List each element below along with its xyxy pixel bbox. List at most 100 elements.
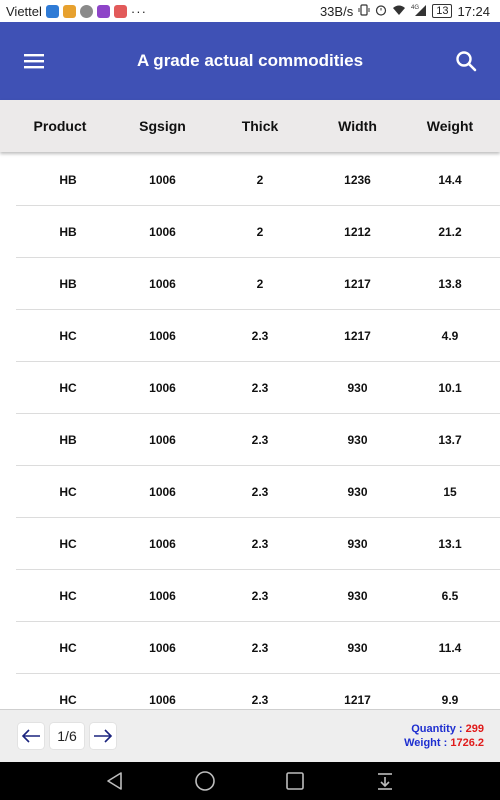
column-header-product[interactable]: Product (0, 118, 120, 134)
weight-label: Weight : (404, 737, 451, 749)
totals-summary: Quantity : 299 Weight : 1726.2 (404, 722, 500, 750)
cell-width: 930 (347, 380, 368, 395)
more-notifications-icon: ··· (130, 3, 147, 19)
table-row[interactable]: HB 1006 2.3 930 13.7 (16, 414, 500, 466)
cell-weight: 4.9 (441, 328, 459, 343)
cell-weight: 13.1 (438, 536, 462, 551)
app-notification-icon (62, 4, 76, 18)
arrow-left-icon (21, 729, 40, 743)
column-header-thick[interactable]: Thick (205, 118, 315, 134)
nav-notification-button[interactable] (370, 766, 400, 796)
cell-thick: 2 (256, 172, 264, 187)
clock: 17:24 (457, 3, 490, 19)
cell-thick: 2.3 (251, 640, 269, 655)
table-row[interactable]: HC 1006 2.3 1217 4.9 (16, 310, 500, 362)
table-row[interactable]: HC 1006 2.3 930 10.1 (16, 362, 500, 414)
table-row[interactable]: HC 1006 2.3 1217 9.9 (16, 674, 500, 709)
cell-thick: 2.3 (251, 536, 269, 551)
cell-weight: 13.7 (438, 432, 462, 447)
cell-width: 1217 (344, 276, 371, 291)
cell-sgsign: 1006 (149, 692, 176, 707)
cell-thick: 2.3 (251, 484, 269, 499)
cell-thick: 2.3 (251, 432, 269, 447)
table-row[interactable]: HB 1006 2 1217 13.8 (16, 258, 500, 310)
cell-thick: 2.3 (251, 380, 269, 395)
app-notification-icon (96, 4, 110, 18)
next-page-button[interactable] (90, 723, 116, 749)
cell-sgsign: 1006 (149, 224, 176, 239)
status-bar: Viettel ··· 33B/s 4G 13 17:24 (0, 0, 500, 22)
cell-width: 930 (347, 536, 368, 551)
menu-button[interactable] (0, 22, 68, 100)
battery-indicator: 13 (432, 4, 453, 18)
cell-product: HB (59, 432, 77, 447)
commodity-list[interactable]: HB 1006 2 1236 14.4 HB 1006 2 1212 21.2 … (0, 154, 500, 709)
cell-sgsign: 1006 (149, 536, 176, 551)
nav-home-icon (195, 771, 215, 791)
warning-notification-icon (113, 4, 127, 18)
nav-recents-icon (286, 772, 304, 790)
cell-sgsign: 1006 (149, 328, 176, 343)
quantity-value: 299 (465, 723, 484, 735)
column-header-weight[interactable]: Weight (400, 118, 500, 134)
search-button[interactable] (432, 22, 500, 100)
pager: 1/6 (0, 723, 116, 749)
cell-width: 1217 (344, 328, 371, 343)
carrier-label: Viettel (6, 3, 42, 19)
cell-thick: 2.3 (251, 328, 269, 343)
cell-weight: 21.2 (438, 224, 462, 239)
nav-recents-button[interactable] (280, 766, 310, 796)
signal-icon: 4G (411, 4, 427, 19)
cell-weight: 6.5 (441, 588, 459, 603)
cell-width: 1212 (344, 224, 371, 239)
table-row[interactable]: HC 1006 2.3 930 6.5 (16, 570, 500, 622)
cell-thick: 2.3 (251, 692, 269, 707)
weight-value: 1726.2 (450, 737, 484, 749)
nav-notification-icon (378, 773, 392, 790)
cell-width: 930 (347, 588, 368, 603)
cell-weight: 15 (443, 484, 457, 499)
column-header-width[interactable]: Width (315, 118, 400, 134)
cell-product: HB (59, 224, 77, 239)
cell-width: 1236 (344, 172, 371, 187)
nav-back-button[interactable] (100, 766, 130, 796)
pagination-footer: 1/6 Quantity : 299 Weight : 1726.2 (0, 709, 500, 762)
column-header-sgsign[interactable]: Sgsign (120, 118, 205, 134)
page-indicator: 1/6 (50, 723, 84, 749)
cell-sgsign: 1006 (149, 588, 176, 603)
cell-thick: 2 (256, 224, 264, 239)
cell-product: HC (59, 588, 77, 603)
cell-sgsign: 1006 (149, 380, 176, 395)
table-row[interactable]: HB 1006 2 1236 14.4 (16, 154, 500, 206)
cell-weight: 13.8 (438, 276, 462, 291)
cell-product: HC (59, 536, 77, 551)
app-bar: A grade actual commodities (0, 22, 500, 100)
svg-text:4G: 4G (411, 5, 419, 11)
cell-product: HC (59, 692, 77, 707)
table-row[interactable]: HB 1006 2 1212 21.2 (16, 206, 500, 258)
alarm-icon (375, 4, 387, 19)
system-nav-bar (0, 762, 500, 800)
table-row[interactable]: HC 1006 2.3 930 11.4 (16, 622, 500, 674)
cell-width: 1217 (344, 692, 371, 707)
page-title: A grade actual commodities (136, 51, 364, 70)
vibrate-icon (358, 3, 370, 19)
nav-home-button[interactable] (190, 766, 220, 796)
cell-weight: 14.4 (438, 172, 462, 187)
cell-sgsign: 1006 (149, 484, 176, 499)
cell-sgsign: 1006 (149, 172, 176, 187)
arrow-right-icon (94, 729, 113, 743)
cell-sgsign: 1006 (149, 276, 176, 291)
quantity-label: Quantity : (411, 723, 466, 735)
cell-thick: 2.3 (251, 588, 269, 603)
cell-weight: 11.4 (438, 640, 462, 655)
cell-product: HC (59, 328, 77, 343)
table-row[interactable]: HC 1006 2.3 930 13.1 (16, 518, 500, 570)
cell-sgsign: 1006 (149, 640, 176, 655)
cell-product: HC (59, 640, 77, 655)
previous-page-button[interactable] (18, 723, 44, 749)
cell-thick: 2 (256, 276, 264, 291)
table-row[interactable]: HC 1006 2.3 930 15 (16, 466, 500, 518)
menu-icon (24, 54, 44, 69)
cell-weight: 10.1 (438, 380, 462, 395)
